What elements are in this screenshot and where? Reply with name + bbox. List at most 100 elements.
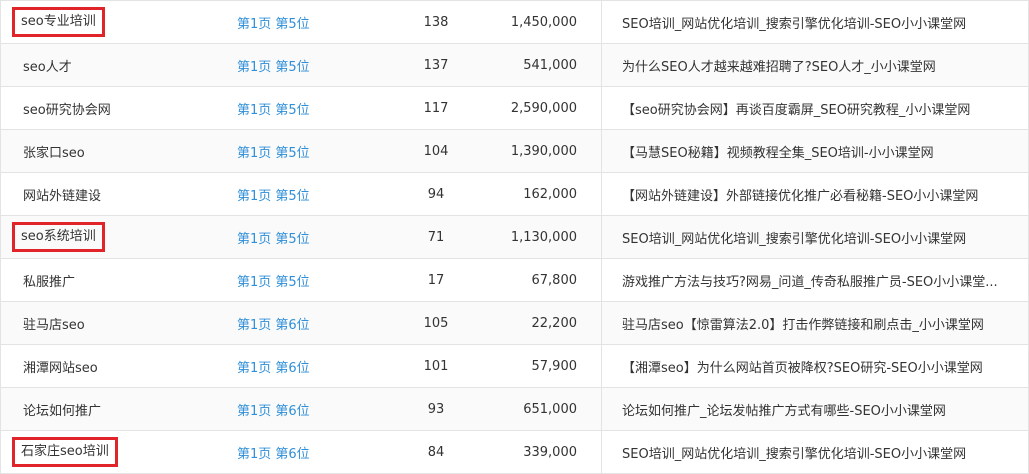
- volume-cell: 1,130,000: [510, 229, 577, 245]
- page-title-link[interactable]: 【马慧SEO秘籍】视频教程全集_SEO培训-小小课堂网: [622, 142, 934, 161]
- table-row: seo人才 第1页 第5位 137 541,000 为什么SEO人才越来越难招聘…: [1, 44, 1028, 87]
- title-cell: 【seo研究协会网】再谈百度霸屏_SEO研究教程_小小课堂网: [601, 87, 1028, 129]
- keyword-cell: seo专业培训: [1, 1, 223, 43]
- page-title-link[interactable]: 驻马店seo【惊雷算法2.0】打击作弊链接和刷点击_小小课堂网: [622, 314, 984, 333]
- rank-cell: 第1页 第5位: [223, 173, 379, 215]
- page-title-link[interactable]: 【网站外链建设】外部链接优化推广必看秘籍-SEO小小课堂网: [622, 185, 978, 204]
- table-row: 网站外链建设 第1页 第5位 94 162,000 【网站外链建设】外部链接优化…: [1, 173, 1028, 216]
- table-row: seo系统培训 第1页 第5位 71 1,130,000 SEO培训_网站优化培…: [1, 216, 1028, 259]
- index-cell: 84: [427, 444, 445, 460]
- table-row: seo研究协会网 第1页 第5位 117 2,590,000 【seo研究协会网…: [1, 87, 1028, 130]
- keyword-text[interactable]: 张家口seo: [23, 142, 85, 161]
- page-title-link[interactable]: SEO培训_网站优化培训_搜索引擎优化培训-SEO小小课堂网: [622, 443, 966, 462]
- page-title-link[interactable]: SEO培训_网站优化培训_搜索引擎优化培训-SEO小小课堂网: [622, 228, 966, 247]
- rank-cell: 第1页 第5位: [223, 87, 379, 129]
- title-cell: 【湘潭seo】为什么网站首页被降权?SEO研究-SEO小小课堂网: [601, 345, 1028, 387]
- page-title-link[interactable]: 为什么SEO人才越来越难招聘了?SEO人才_小小课堂网: [622, 56, 936, 75]
- rank-link[interactable]: 第1页 第5位: [237, 142, 310, 161]
- title-cell: 论坛如何推广_论坛发帖推广方式有哪些-SEO小小课堂网: [601, 388, 1028, 430]
- keyword-text[interactable]: 论坛如何推广: [23, 400, 101, 419]
- keyword-cell: 湘潭网站seo: [1, 345, 223, 387]
- rank-link[interactable]: 第1页 第5位: [237, 185, 310, 204]
- rank-cell: 第1页 第5位: [223, 1, 379, 43]
- volume-cell: 1,390,000: [510, 143, 577, 159]
- table-row: seo专业培训 第1页 第5位 138 1,450,000 SEO培训_网站优化…: [1, 1, 1028, 44]
- keyword-text[interactable]: 石家庄seo培训: [12, 437, 118, 467]
- index-cell: 117: [423, 100, 449, 116]
- page-title-link[interactable]: SEO培训_网站优化培训_搜索引擎优化培训-SEO小小课堂网: [622, 13, 966, 32]
- index-cell: 137: [423, 57, 449, 73]
- keyword-text[interactable]: 驻马店seo: [23, 314, 85, 333]
- keyword-cell: seo系统培训: [1, 216, 223, 258]
- table-row: 石家庄seo培训 第1页 第6位 84 339,000 SEO培训_网站优化培训…: [1, 431, 1028, 474]
- rank-cell: 第1页 第5位: [223, 44, 379, 86]
- title-cell: SEO培训_网站优化培训_搜索引擎优化培训-SEO小小课堂网: [601, 1, 1028, 43]
- rank-cell: 第1页 第5位: [223, 216, 379, 258]
- volume-cell: 651,000: [523, 401, 577, 417]
- page-title-link[interactable]: 【seo研究协会网】再谈百度霸屏_SEO研究教程_小小课堂网: [622, 99, 970, 118]
- title-cell: SEO培训_网站优化培训_搜索引擎优化培训-SEO小小课堂网: [601, 216, 1028, 258]
- volume-cell: 339,000: [523, 444, 577, 460]
- keyword-cell: 张家口seo: [1, 130, 223, 172]
- table-row: 论坛如何推广 第1页 第6位 93 651,000 论坛如何推广_论坛发帖推广方…: [1, 388, 1028, 431]
- title-cell: 游戏推广方法与技巧?网易_问道_传奇私服推广员-SEO小小课堂...: [601, 259, 1028, 301]
- table-row: 湘潭网站seo 第1页 第6位 101 57,900 【湘潭seo】为什么网站首…: [1, 345, 1028, 388]
- rank-link[interactable]: 第1页 第6位: [237, 443, 310, 462]
- rank-cell: 第1页 第6位: [223, 302, 379, 344]
- rank-link[interactable]: 第1页 第5位: [237, 13, 310, 32]
- page-title-link[interactable]: 【湘潭seo】为什么网站首页被降权?SEO研究-SEO小小课堂网: [622, 357, 983, 376]
- volume-cell: 67,800: [531, 272, 578, 288]
- index-cell: 71: [427, 229, 445, 245]
- index-cell: 138: [423, 14, 449, 30]
- rank-cell: 第1页 第6位: [223, 431, 379, 473]
- rank-link[interactable]: 第1页 第5位: [237, 56, 310, 75]
- keyword-cell: seo人才: [1, 44, 223, 86]
- keyword-text[interactable]: seo系统培训: [12, 222, 105, 252]
- page-title-link[interactable]: 游戏推广方法与技巧?网易_问道_传奇私服推广员-SEO小小课堂...: [622, 271, 998, 290]
- keyword-text[interactable]: seo研究协会网: [23, 99, 111, 118]
- rank-link[interactable]: 第1页 第5位: [237, 99, 310, 118]
- keyword-cell: 私服推广: [1, 259, 223, 301]
- rank-cell: 第1页 第5位: [223, 259, 379, 301]
- title-cell: 【马慧SEO秘籍】视频教程全集_SEO培训-小小课堂网: [601, 130, 1028, 172]
- rank-cell: 第1页 第6位: [223, 388, 379, 430]
- rank-cell: 第1页 第5位: [223, 130, 379, 172]
- rank-link[interactable]: 第1页 第6位: [237, 314, 310, 333]
- keyword-text[interactable]: seo人才: [23, 56, 72, 75]
- rank-cell: 第1页 第6位: [223, 345, 379, 387]
- keyword-cell: seo研究协会网: [1, 87, 223, 129]
- title-cell: 【网站外链建设】外部链接优化推广必看秘籍-SEO小小课堂网: [601, 173, 1028, 215]
- keyword-text[interactable]: seo专业培训: [12, 7, 105, 37]
- volume-cell: 541,000: [523, 57, 577, 73]
- index-cell: 104: [423, 143, 449, 159]
- title-cell: 驻马店seo【惊雷算法2.0】打击作弊链接和刷点击_小小课堂网: [601, 302, 1028, 344]
- index-cell: 101: [423, 358, 449, 374]
- page-title-link[interactable]: 论坛如何推广_论坛发帖推广方式有哪些-SEO小小课堂网: [622, 400, 946, 419]
- keyword-text[interactable]: 私服推广: [23, 271, 75, 290]
- title-cell: SEO培训_网站优化培训_搜索引擎优化培训-SEO小小课堂网: [601, 431, 1028, 473]
- keyword-cell: 石家庄seo培训: [1, 431, 223, 473]
- rank-link[interactable]: 第1页 第6位: [237, 357, 310, 376]
- keyword-cell: 驻马店seo: [1, 302, 223, 344]
- index-cell: 93: [427, 401, 445, 417]
- rank-link[interactable]: 第1页 第5位: [237, 271, 310, 290]
- table-row: 私服推广 第1页 第5位 17 67,800 游戏推广方法与技巧?网易_问道_传…: [1, 259, 1028, 302]
- keyword-cell: 网站外链建设: [1, 173, 223, 215]
- volume-cell: 2,590,000: [510, 100, 577, 116]
- volume-cell: 57,900: [531, 358, 578, 374]
- keyword-cell: 论坛如何推广: [1, 388, 223, 430]
- index-cell: 105: [423, 315, 449, 331]
- volume-cell: 162,000: [523, 186, 577, 202]
- table-row: 张家口seo 第1页 第5位 104 1,390,000 【马慧SEO秘籍】视频…: [1, 130, 1028, 173]
- title-cell: 为什么SEO人才越来越难招聘了?SEO人才_小小课堂网: [601, 44, 1028, 86]
- index-cell: 94: [427, 186, 445, 202]
- volume-cell: 22,200: [531, 315, 578, 331]
- keyword-text[interactable]: 湘潭网站seo: [23, 357, 98, 376]
- rank-link[interactable]: 第1页 第6位: [237, 400, 310, 419]
- rank-link[interactable]: 第1页 第5位: [237, 228, 310, 247]
- volume-cell: 1,450,000: [510, 14, 577, 30]
- keyword-ranking-table: seo专业培训 第1页 第5位 138 1,450,000 SEO培训_网站优化…: [0, 0, 1029, 474]
- index-cell: 17: [427, 272, 445, 288]
- table-row: 驻马店seo 第1页 第6位 105 22,200 驻马店seo【惊雷算法2.0…: [1, 302, 1028, 345]
- keyword-text[interactable]: 网站外链建设: [23, 185, 101, 204]
